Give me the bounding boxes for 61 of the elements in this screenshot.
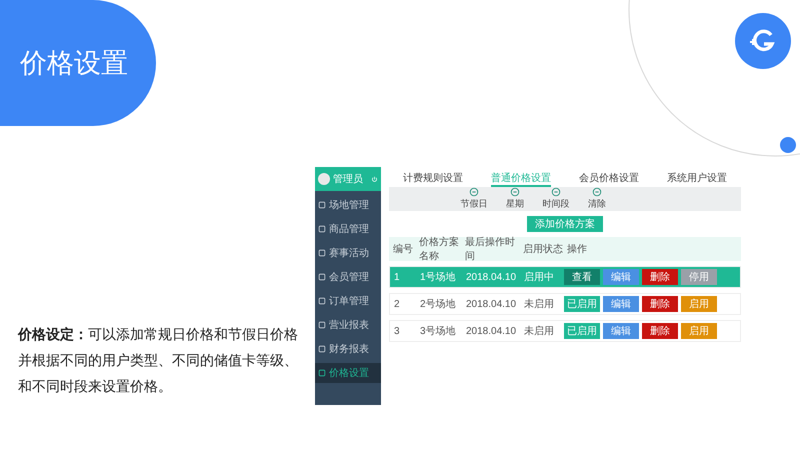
menu-item-icon <box>318 345 326 353</box>
power-icon[interactable] <box>371 176 378 182</box>
logo-icon <box>735 13 791 69</box>
sidebar-item[interactable]: 场地管理 <box>315 195 381 215</box>
table-cell-text: 未启用 <box>523 324 555 338</box>
tool-icon <box>469 187 479 197</box>
table-row[interactable]: 2 2号场地 2018.04.10 未启用 已启用 编辑 删除 启用 <box>389 293 741 315</box>
sidebar-item[interactable]: 订单管理 <box>315 291 381 311</box>
tool-icon <box>551 187 561 197</box>
menu-item-icon <box>318 273 326 281</box>
sidebar-item[interactable]: 财务报表 <box>315 339 381 359</box>
tool-icon <box>592 187 602 197</box>
sidebar-item[interactable]: 会员管理 <box>315 267 381 287</box>
column-header: 启用状态 <box>522 242 563 256</box>
table-cell-text: 1 <box>393 272 401 282</box>
action-button[interactable]: 删除 <box>642 296 678 312</box>
toolbar-button[interactable]: 清除 <box>587 187 607 211</box>
sidebar-item[interactable]: 商品管理 <box>315 219 381 239</box>
table-cell-text: 1号场地 <box>419 270 457 284</box>
table-cell-text: 2018.04.10 <box>465 326 518 336</box>
column-header: 编号 <box>392 242 414 256</box>
user-name: 管理员 <box>333 173 364 186</box>
column-header: 最后操作时间 <box>464 236 516 263</box>
table-cell-text: 2 <box>393 298 401 310</box>
menu-item-icon <box>318 297 326 305</box>
avatar-icon <box>318 173 330 185</box>
column-header: 操作 <box>566 243 587 256</box>
table-cell-text: 启用中 <box>523 270 555 284</box>
table-row[interactable]: 3 3号场地 2018.04.10 未启用 已启用 编辑 删除 启用 <box>389 320 741 342</box>
column-header: 价格方案名称 <box>418 236 460 263</box>
tool-icon <box>510 187 520 197</box>
table-cell-text: 3号场地 <box>419 324 457 338</box>
sidebar-item[interactable]: 营业报表 <box>315 315 381 335</box>
table-cell-text: 3 <box>393 326 401 336</box>
action-button[interactable]: 编辑 <box>603 269 639 285</box>
slide-title: 价格设置 <box>20 47 128 81</box>
table-cell-text: 2018.04.10 <box>465 272 518 282</box>
menu-item-icon <box>318 225 326 233</box>
table-cell-text: 2018.04.10 <box>465 298 518 310</box>
action-button[interactable]: 编辑 <box>603 323 639 339</box>
table-cell-text: 未启用 <box>523 298 555 311</box>
action-button[interactable]: 删除 <box>642 323 678 339</box>
table-cell-text: 2号场地 <box>419 298 457 311</box>
description-text: 价格设定：可以添加常规日价格和节假日价格并根据不同的用户类型、不同的储值卡等级、和不同时段来设置价格。 <box>18 326 298 397</box>
sidebar-item[interactable]: 价格设置 <box>315 363 381 383</box>
toolbar-button[interactable]: 星期 <box>505 187 525 211</box>
decorative-dot <box>780 137 796 153</box>
menu-item-icon <box>318 201 326 209</box>
table-row[interactable]: 1 1号场地 2018.04.10 启用中 查看 编辑 删除 停用 <box>389 266 741 288</box>
sidebar-item[interactable]: 赛事活动 <box>315 243 381 263</box>
menu-item-icon <box>318 249 326 257</box>
tab[interactable]: 计费规则设置 <box>403 171 463 187</box>
action-button[interactable]: 删除 <box>642 269 678 285</box>
toolbar-button[interactable]: 节假日 <box>459 187 489 211</box>
tab[interactable]: 会员价格设置 <box>579 171 639 187</box>
action-button[interactable]: 查看 <box>564 269 600 285</box>
toolbar-button[interactable]: 时间段 <box>541 187 571 211</box>
menu-item-icon <box>318 369 326 377</box>
menu-item-icon <box>318 321 326 329</box>
action-button[interactable]: 编辑 <box>603 296 639 312</box>
tab[interactable]: 系统用户设置 <box>667 171 727 187</box>
